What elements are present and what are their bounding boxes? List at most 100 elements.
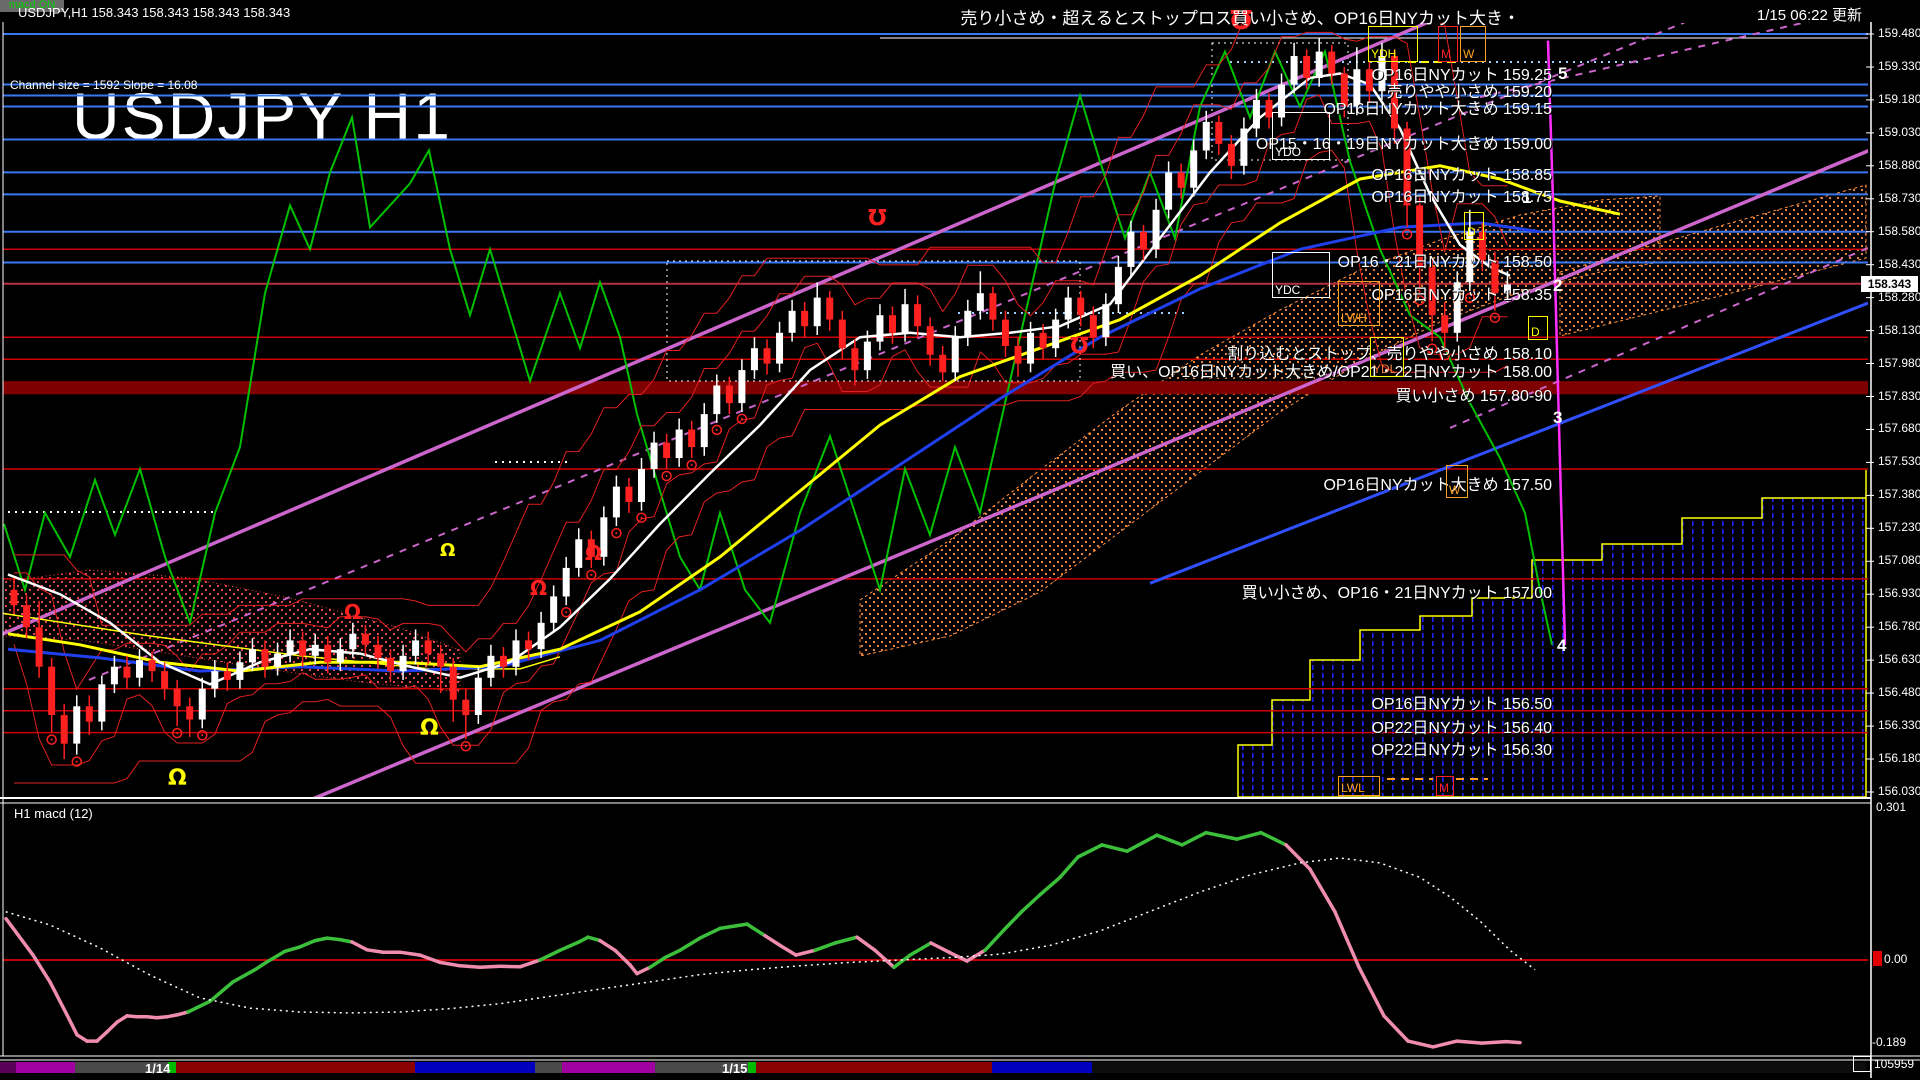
macd-line-segment [540, 950, 560, 960]
macd-line-segment [352, 942, 367, 950]
candle [1429, 267, 1436, 315]
timeline-segment[interactable] [16, 1062, 75, 1073]
candle [902, 304, 909, 333]
candle [1491, 260, 1498, 293]
timeline-segment[interactable] [1092, 1062, 1866, 1073]
candle [1102, 304, 1109, 337]
candle [989, 293, 996, 319]
candle [864, 342, 871, 371]
macd-line-segment [77, 1035, 87, 1041]
signal-ring-dot [76, 761, 78, 763]
signal-ring-dot [1406, 233, 1408, 235]
candle [1127, 232, 1134, 267]
candle [1065, 298, 1072, 320]
macd-line-segment [1408, 1041, 1433, 1047]
candle [11, 590, 18, 605]
candle [224, 671, 231, 680]
counter-checkbox[interactable] [1853, 1056, 1871, 1072]
pane-splitter[interactable] [0, 797, 1871, 799]
macd-line-segment [680, 938, 700, 950]
candle [1077, 298, 1084, 316]
macd-line-segment [1127, 835, 1157, 851]
macd-line-segment [300, 941, 315, 947]
macd-line-segment [615, 950, 630, 965]
timeline-segment[interactable] [992, 1062, 1092, 1073]
macd-line-segment [1102, 845, 1127, 851]
macd-line-segment [910, 943, 931, 955]
macd-line-segment [815, 943, 835, 950]
candle [337, 649, 344, 662]
candle [927, 326, 934, 355]
timeline-segment[interactable] [748, 1062, 756, 1073]
candle [538, 623, 545, 649]
candle [111, 667, 118, 685]
candle [249, 649, 256, 662]
macd-line-segment [747, 924, 765, 936]
candle [814, 298, 821, 327]
candle [1466, 232, 1473, 283]
macd-line-segment [1457, 1041, 1482, 1043]
timeline-segment[interactable] [75, 1062, 168, 1073]
candle [412, 640, 419, 655]
candle [1002, 320, 1009, 346]
candle [726, 386, 733, 404]
chart-canvas[interactable] [0, 0, 1920, 1080]
timeline-segment[interactable] [756, 1062, 992, 1073]
macd-line-segment [255, 962, 267, 970]
candle [851, 348, 858, 370]
candle [764, 348, 771, 363]
macd-line-segment [420, 955, 440, 962]
candle [688, 430, 695, 448]
candle [98, 684, 105, 721]
timeline-segment[interactable] [562, 1062, 655, 1073]
macd-line-segment [1506, 1042, 1520, 1043]
candle [1416, 205, 1423, 267]
macd-line-segment [6, 919, 33, 955]
candle [701, 414, 708, 447]
macd-zero-marker [1873, 951, 1882, 966]
timeline-segment[interactable] [168, 1062, 176, 1073]
signal-ring-dot [716, 429, 718, 431]
macd-line-segment [600, 941, 615, 951]
signal-ring-dot [1444, 354, 1446, 356]
macd-line-segment [1433, 1041, 1457, 1047]
candle [1190, 150, 1197, 187]
macd-line-segment [796, 950, 815, 955]
macd-line-segment [188, 1001, 210, 1012]
candle [738, 370, 745, 403]
macd-line-segment [500, 966, 520, 967]
candle [713, 386, 720, 415]
macd-line-segment [460, 966, 480, 968]
candle [174, 689, 181, 707]
candle [161, 671, 168, 689]
timeline-segment[interactable] [655, 1062, 748, 1073]
candle [550, 596, 557, 622]
macd-line-segment [1182, 833, 1206, 845]
timeline-segment[interactable] [0, 1062, 16, 1073]
candle [1027, 333, 1034, 364]
macd-line-segment [117, 1016, 127, 1022]
candle [889, 315, 896, 333]
candle [1253, 100, 1260, 129]
macd-line-segment [107, 1022, 117, 1032]
candle [776, 333, 783, 364]
magenta-wave-line [1548, 41, 1565, 645]
candle [1040, 333, 1047, 348]
timeline-segment[interactable] [415, 1062, 535, 1073]
macd-pane [0, 833, 1868, 1047]
candle [964, 311, 971, 337]
candle [199, 689, 206, 720]
timeline-segment[interactable] [176, 1062, 415, 1073]
candle [362, 634, 369, 645]
candle [939, 355, 946, 373]
macd-line-segment [440, 962, 460, 965]
channel-info-label: Channel size = 1592 Slope = 16.08 [10, 78, 197, 92]
macd-line-segment [560, 942, 580, 951]
timeline-segment[interactable] [535, 1062, 562, 1073]
candle [1015, 346, 1022, 364]
macd-line-segment [780, 945, 796, 955]
signal-ring-dot [1469, 297, 1471, 299]
signal-ring-dot [666, 475, 668, 477]
candle [487, 656, 494, 678]
candle [1052, 320, 1059, 349]
